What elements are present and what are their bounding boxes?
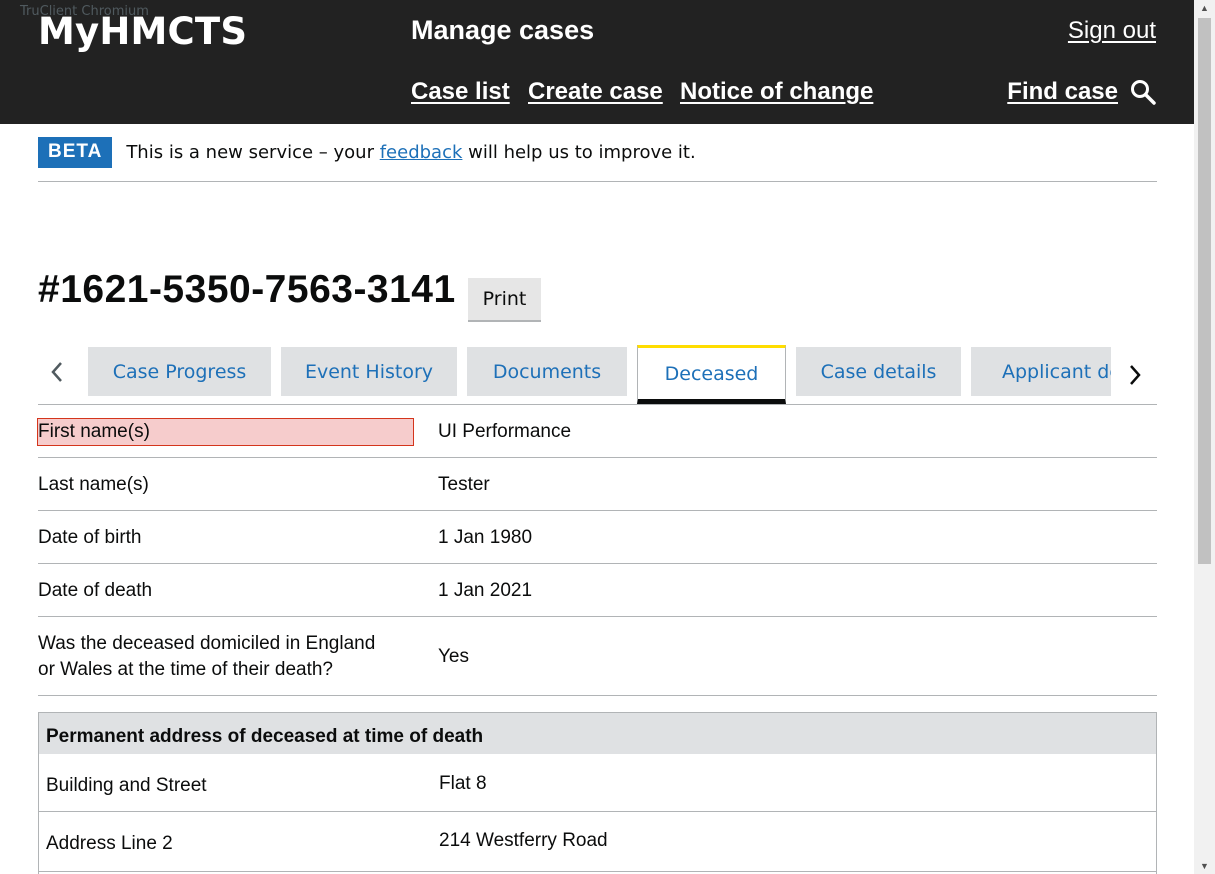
row-address-line-2: Address Line 2 214 Westferry Road (39, 812, 1156, 872)
scroll-thumb[interactable] (1198, 18, 1211, 564)
row-date-of-birth: Date of birth 1 Jan 1980 (38, 511, 1157, 564)
domicile-value: Yes (438, 646, 469, 667)
domicile-label: Was the deceased domiciled in England or … (38, 631, 375, 683)
nav-create-case[interactable]: Create case (528, 78, 663, 106)
dod-label: Date of death (38, 580, 153, 601)
dob-value: 1 Jan 1980 (438, 527, 533, 548)
service-name: Manage cases (411, 15, 595, 45)
tab-scroll-right[interactable] (1111, 345, 1157, 403)
first-name-label: First name(s) (37, 418, 414, 446)
chevron-left-icon[interactable] (50, 359, 64, 390)
building-label: Building and Street (46, 775, 207, 796)
beta-message: This is a new service – your feedback wi… (126, 142, 695, 163)
first-name-value: UI Performance (438, 421, 572, 442)
case-reference-title: #1621-5350-7563-3141 (38, 268, 456, 311)
feedback-link[interactable]: feedback (380, 142, 463, 163)
chevron-right-icon (1130, 365, 1141, 385)
find-case-link[interactable]: Find case (1007, 78, 1156, 106)
beta-text-before: This is a new service – your (126, 142, 380, 163)
search-icon (1131, 80, 1156, 105)
case-tabs: Case Progress Event History Documents De… (38, 345, 1157, 405)
row-date-of-death: Date of death 1 Jan 2021 (38, 564, 1157, 617)
phase-banner: BETA This is a new service – your feedba… (38, 137, 1157, 182)
nav-case-list[interactable]: Case list (411, 78, 510, 106)
line2-value: 214 Westferry Road (439, 830, 608, 851)
site-header: MyHMCTS Manage cases Sign out Case list … (0, 0, 1194, 124)
beta-text-after: will help us to improve it. (462, 142, 696, 163)
tab-deceased[interactable]: Deceased (637, 345, 786, 404)
row-building-street: Building and Street Flat 8 (39, 754, 1156, 812)
print-button[interactable]: Print (468, 278, 541, 322)
dob-label: Date of birth (38, 527, 142, 548)
domicile-label-line-1: Was the deceased domiciled in England (38, 633, 376, 654)
sign-out-link[interactable]: Sign out (1068, 17, 1156, 45)
deceased-details: First name(s) UI Performance Last name(s… (37, 406, 1157, 696)
tab-case-details[interactable]: Case details (796, 347, 961, 396)
address-section: Permanent address of deceased at time of… (38, 712, 1157, 874)
tab-documents[interactable]: Documents (467, 347, 627, 396)
row-first-name: First name(s) UI Performance (37, 406, 1157, 458)
row-domicile: Was the deceased domiciled in England or … (38, 617, 1157, 696)
tab-applicant-details[interactable]: Applicant details (971, 347, 1111, 396)
tab-event-history[interactable]: Event History (281, 347, 457, 396)
address-heading: Permanent address of deceased at time of… (39, 713, 1156, 754)
row-last-name: Last name(s) Tester (38, 458, 1157, 511)
scroll-down-arrow-icon[interactable]: ▼ (1194, 858, 1215, 874)
line2-label: Address Line 2 (46, 833, 173, 854)
tab-case-progress[interactable]: Case Progress (88, 347, 271, 396)
first-name-label-text: First name(s) (37, 418, 414, 446)
browser-label: TruClient Chromium (20, 4, 149, 19)
last-name-value: Tester (438, 474, 490, 495)
scroll-up-arrow-icon[interactable]: ▲ (1194, 0, 1215, 16)
nav-notice-of-change[interactable]: Notice of change (680, 78, 873, 106)
beta-tag: BETA (38, 137, 113, 168)
domicile-label-line-2: or Wales at the time of their death? (38, 659, 334, 680)
vertical-scrollbar[interactable]: ▲ ▼ (1194, 0, 1215, 874)
building-value: Flat 8 (439, 773, 487, 794)
last-name-label: Last name(s) (38, 474, 149, 495)
dod-value: 1 Jan 2021 (438, 580, 533, 601)
find-case-label: Find case (1007, 78, 1118, 105)
